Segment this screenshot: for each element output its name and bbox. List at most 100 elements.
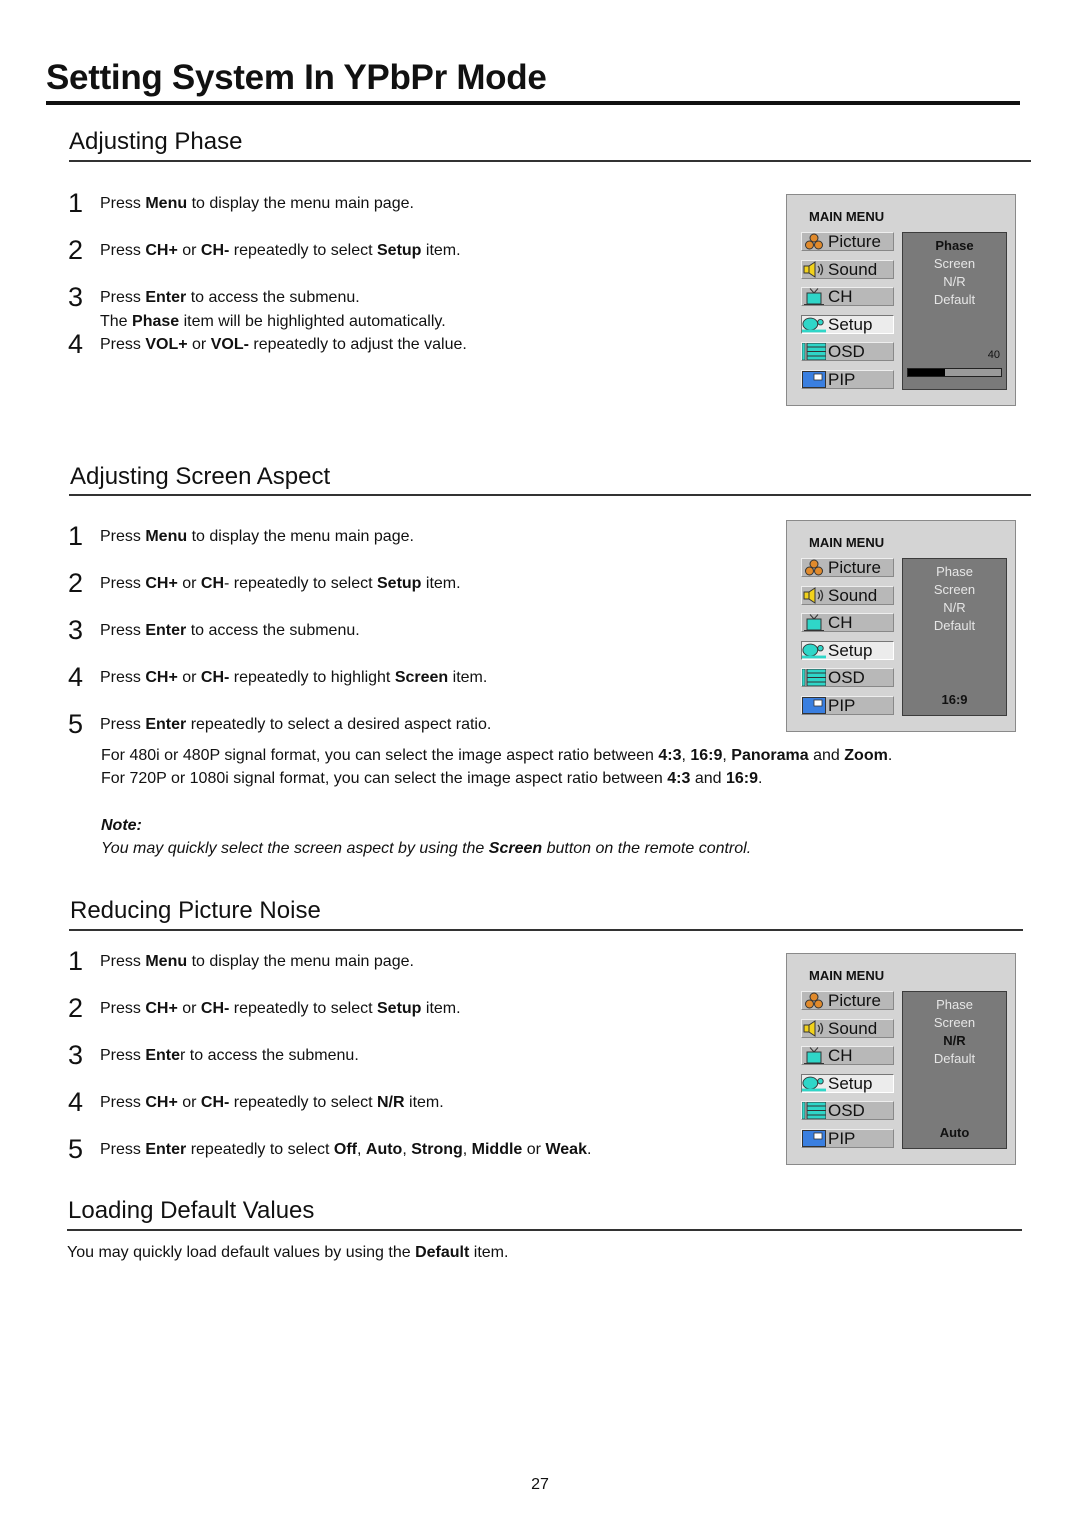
submenu-option[interactable]: Phase [903, 237, 1006, 255]
submenu-option[interactable]: N/R [903, 273, 1006, 291]
step-number: 4 [68, 329, 84, 359]
osd-menu-item-sound[interactable]: Sound [801, 1018, 894, 1038]
text-run: You may quickly load default values by u… [67, 1244, 416, 1261]
bold-term: Default [415, 1244, 470, 1261]
text-run: or [177, 669, 201, 686]
text-run: The [100, 313, 133, 330]
section-title-phase: Adjusting Phase [69, 128, 243, 155]
note-text: You may quickly select the screen aspect… [101, 840, 1051, 858]
text-run: r to access the submenu. [180, 1047, 359, 1064]
pip-icon [802, 696, 826, 714]
submenu-option[interactable]: Default [903, 291, 1006, 309]
osd-menu-item-label: CH [828, 1046, 853, 1065]
aspect-paragraph-480: For 480i or 480P signal format, you can … [101, 744, 1051, 768]
bold-term: N/R [377, 1094, 405, 1111]
text-run: or [177, 575, 201, 592]
osd-menu-list: Picture Sound CH Setup OSD PIP [801, 558, 894, 723]
submenu-option[interactable]: Screen [903, 255, 1006, 273]
osd-menu-item-setup[interactable]: Setup [801, 1073, 894, 1093]
osd-submenu-panel: Phase Screen N/R Default Auto [902, 991, 1007, 1149]
osd-menu-item-setup[interactable]: Setup [801, 314, 894, 334]
submenu-option[interactable]: Phase [903, 996, 1006, 1014]
step-text: Press Menu to display the menu main page… [100, 948, 414, 974]
step-item: 1 Press Menu to display the menu main pag… [68, 188, 414, 218]
submenu-option[interactable]: Default [903, 1050, 1006, 1068]
osd-title: MAIN MENU [809, 209, 885, 224]
step-number: 2 [68, 235, 84, 265]
submenu-option[interactable]: N/R [903, 599, 1006, 617]
phase-slider[interactable] [907, 368, 1002, 377]
osd-menu-item-label: Picture [828, 558, 881, 577]
text-run: You may quickly select the screen aspect… [101, 840, 489, 857]
text-run: repeatedly to adjust the value. [248, 336, 467, 353]
page-number: 27 [531, 1476, 549, 1493]
osd-menu-item-setup[interactable]: Setup [801, 640, 894, 660]
osd-menu-item-osd[interactable]: OSD [801, 342, 894, 361]
text-run: item. [404, 1094, 444, 1111]
osd-menu-item-picture[interactable]: Picture [801, 558, 894, 577]
text-run: to access the submenu. [186, 289, 360, 306]
step-item: 3 Press Enter to access the submenu. [68, 1042, 359, 1069]
text-run: button on the remote control. [542, 840, 752, 857]
tv-icon [802, 288, 826, 305]
submenu-option[interactable]: Phase [903, 563, 1006, 581]
text-run: Press [100, 336, 146, 353]
step-number: 1 [68, 188, 84, 218]
submenu-option[interactable]: Screen [903, 581, 1006, 599]
step-item: 4 Press CH+ or CH- repeatedly to select N… [68, 1087, 444, 1117]
osd-menu-item-pip[interactable]: PIP [801, 369, 894, 389]
osd-menu-item-label: CH [828, 287, 853, 306]
bold-term: Phase [132, 313, 180, 330]
submenu-option[interactable]: Default [903, 617, 1006, 635]
step-item: 4 Press VOL+ or VOL- repeatedly to adjust… [68, 329, 467, 359]
osd-menu-item-ch[interactable]: CH [801, 287, 894, 306]
section-title-default: Loading Default Values [68, 1197, 315, 1224]
step-number: 2 [68, 993, 84, 1023]
step-number: 4 [68, 1087, 84, 1117]
osd-menu-item-osd[interactable]: OSD [801, 1101, 894, 1120]
osd-menu-item-ch[interactable]: CH [801, 613, 894, 632]
bold-term: VOL+ [145, 336, 188, 353]
osd-menu-item-picture[interactable]: Picture [801, 232, 894, 251]
step-item: 5 Press Enter repeatedly to select Off, A… [68, 1136, 591, 1163]
osd-menu-item-label: CH [828, 613, 853, 632]
step-item: 2 Press CH+ or CH- repeatedly to select S… [68, 235, 461, 265]
bold-term: Ente [145, 1047, 181, 1064]
submenu-current-value: 16:9 [941, 692, 968, 707]
text-run: Press [100, 242, 146, 259]
osd-menu-item-ch[interactable]: CH [801, 1046, 894, 1065]
bold-term: 16:9 [690, 747, 723, 764]
osd-menu-item-picture[interactable]: Picture [801, 991, 894, 1010]
osd-menu-item-pip[interactable]: PIP [801, 1128, 894, 1148]
osd-menu-item-sound[interactable]: Sound [801, 585, 894, 605]
picture-icon [802, 992, 826, 1009]
osd-menu-item-label: Setup [828, 314, 873, 334]
text-run: or [177, 1000, 201, 1017]
text-run: item. [421, 575, 461, 592]
bold-term: 4:3 [658, 747, 682, 764]
text-run: or [187, 336, 211, 353]
osd-menu-item-pip[interactable]: PIP [801, 695, 894, 715]
bold-term: 4:3 [667, 770, 691, 787]
section-rule [69, 160, 1031, 162]
text-run: Press [100, 195, 146, 212]
bold-term: Zoom [844, 747, 888, 764]
tv-icon [802, 614, 826, 631]
step-number: 5 [68, 709, 84, 739]
text-run: - repeatedly to select [224, 575, 377, 592]
text-run: . [758, 770, 763, 787]
text-run: item. [469, 1244, 509, 1261]
submenu-option[interactable]: N/R [903, 1032, 1006, 1050]
text-run: Press [100, 669, 146, 686]
osd-title: MAIN MENU [809, 968, 885, 983]
osd-menu-item-sound[interactable]: Sound [801, 259, 894, 279]
step-text: Press Enter repeatedly to select a desir… [100, 711, 491, 737]
bold-term: Screen [488, 840, 543, 857]
osd-menu-item-osd[interactable]: OSD [801, 668, 894, 687]
text-run: . [887, 747, 893, 764]
osd-menu-item-label: OSD [828, 342, 865, 361]
step-text: Press CH+ or CH- repeatedly to select Se… [100, 570, 461, 596]
step-item: 2 Press CH+ or CH- repeatedly to select S… [68, 993, 461, 1023]
submenu-option[interactable]: Screen [903, 1014, 1006, 1032]
osd-menu-item-label: PIP [828, 369, 856, 389]
